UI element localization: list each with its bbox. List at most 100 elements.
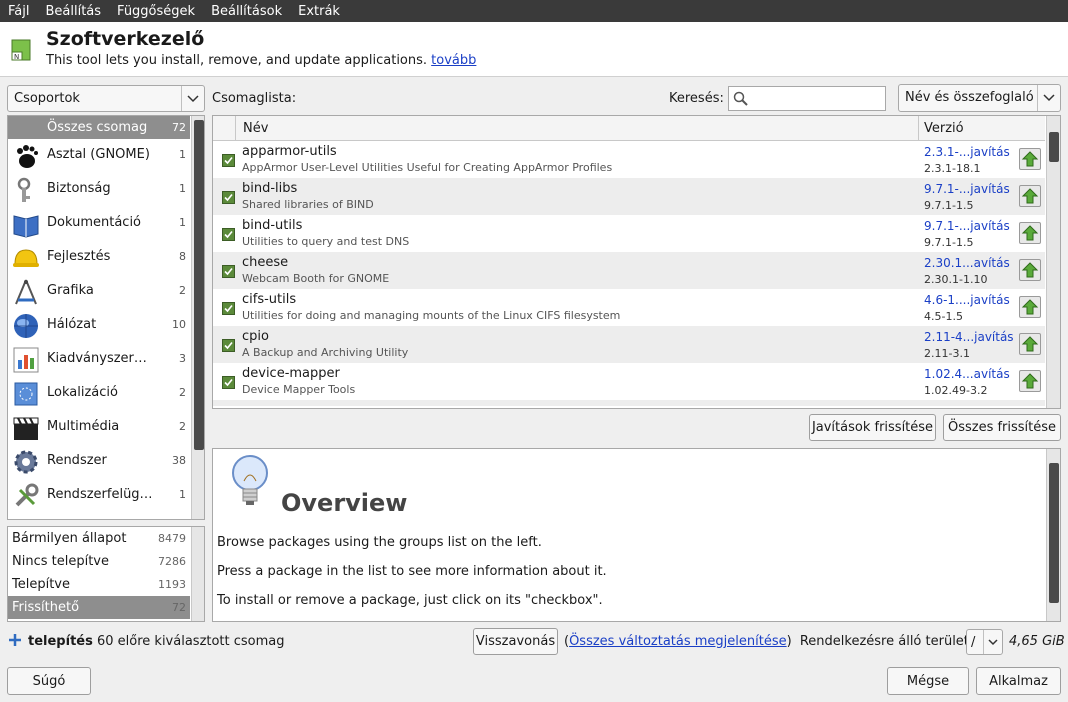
table-row[interactable]: bind-libs Shared libraries of BIND 9.7.1-.…	[213, 178, 1045, 215]
status-item-any[interactable]: Bármilyen állapot 8479	[8, 527, 190, 550]
install-checkbox[interactable]	[222, 376, 235, 389]
refresh-all-button[interactable]: Összes frissítése	[943, 414, 1061, 441]
search-mode-combo[interactable]: Név és összefoglaló	[898, 84, 1061, 112]
package-description: A Backup and Archiving Utility	[242, 346, 409, 359]
package-scrollbar-thumb[interactable]	[1049, 132, 1059, 162]
app-header: N Szoftverkezelő This tool lets you inst…	[0, 22, 1068, 77]
upgrade-arrow-icon[interactable]	[1019, 370, 1041, 392]
software-manager-icon: N	[10, 36, 32, 62]
menu-dependencies[interactable]: Függőségek	[109, 4, 203, 19]
chevron-down-icon	[983, 630, 1002, 654]
group-item-development[interactable]: Fejlesztés 8	[8, 240, 190, 274]
menu-bar: Fájl Beállítás Függőségek Beállítások Ex…	[0, 0, 1068, 22]
svg-text:N: N	[14, 53, 19, 61]
column-divider	[235, 116, 236, 140]
package-table: Név Verzió apparmor-utils AppArmor User-L…	[212, 115, 1061, 409]
group-item-security[interactable]: Biztonság 1	[8, 172, 190, 206]
search-label: Keresés:	[669, 91, 724, 106]
upgrade-arrow-icon[interactable]	[1019, 259, 1041, 281]
table-row[interactable]: apparmor-utils AppArmor User-Level Utilit…	[213, 141, 1045, 178]
table-row[interactable]: bind-utils Utilities to query and test DN…	[213, 215, 1045, 252]
group-item-multimedia[interactable]: Multimédia 2	[8, 410, 190, 444]
package-description: Webcam Booth for GNOME	[242, 272, 390, 285]
book-icon	[12, 210, 40, 238]
show-changes-link[interactable]: Összes változtatás megjelenítése	[569, 634, 787, 649]
apply-button[interactable]: Alkalmaz	[976, 667, 1061, 695]
menu-extras[interactable]: Extrák	[290, 4, 348, 19]
status-item-not-installed[interactable]: Nincs telepítve 7286	[8, 550, 190, 573]
package-installed-version: 9.7.1-1.5	[924, 199, 974, 212]
install-checkbox[interactable]	[222, 228, 235, 241]
group-item-publishing[interactable]: Kiadványszer… 3	[8, 342, 190, 376]
upgrade-arrow-icon[interactable]	[1019, 296, 1041, 318]
upgrade-arrow-icon[interactable]	[1019, 148, 1041, 170]
package-scrollbar[interactable]	[1046, 116, 1060, 408]
cancel-button[interactable]: Mégse	[887, 667, 969, 695]
status-item-upgradable[interactable]: Frissíthető 72	[8, 596, 190, 619]
groups-scrollbar-thumb[interactable]	[194, 120, 204, 450]
group-item-network[interactable]: Hálózat 10	[8, 308, 190, 342]
gnome-foot-icon	[12, 142, 40, 170]
group-item-all[interactable]: Összes csomag 72	[8, 116, 190, 139]
package-description: Utilities to query and test DNS	[242, 235, 410, 248]
group-item-localization[interactable]: Lokalizáció 2	[8, 376, 190, 410]
package-installed-version: 1.02.49-3.2	[924, 384, 988, 397]
help-button[interactable]: Súgó	[7, 667, 91, 695]
status-item-installed[interactable]: Telepítve 1193	[8, 573, 190, 596]
package-new-version: 2.30.1...avítás	[924, 256, 1010, 270]
table-row[interactable]: cheese Webcam Booth for GNOME 2.30.1...aví…	[213, 252, 1045, 289]
package-new-version: 9.7.1-...javítás	[924, 219, 1010, 233]
drawing-tools-icon	[12, 278, 40, 306]
group-item-graphics[interactable]: Grafika 2	[8, 274, 190, 308]
install-checkbox[interactable]	[222, 339, 235, 352]
groups-scrollbar[interactable]	[191, 116, 204, 519]
groups-combo[interactable]: Csoportok	[7, 85, 205, 112]
menu-file[interactable]: Fájl	[0, 4, 37, 19]
wrench-icon	[12, 482, 40, 510]
package-name: cifs-utils	[242, 292, 297, 307]
column-divider	[918, 116, 919, 140]
mount-combo[interactable]: /	[966, 629, 1003, 655]
search-icon	[733, 91, 749, 111]
package-new-version: 2.3.1-...javítás	[924, 145, 1010, 159]
table-row[interactable]: cifs-utils Utilities for doing and managi…	[213, 289, 1045, 326]
table-row[interactable]: device-mapper Device Mapper Tools 1.02.4..…	[213, 363, 1045, 400]
group-item-gnome[interactable]: Asztal (GNOME) 1	[8, 138, 190, 172]
status-scrollbar[interactable]	[191, 527, 204, 621]
refresh-patches-button[interactable]: Javítások frissítése	[809, 414, 936, 441]
package-new-version: 2.11-4...javítás	[924, 330, 1014, 344]
package-list-label: Csomaglista:	[212, 91, 297, 106]
page-title: Szoftverkezelő	[46, 28, 205, 50]
gear-icon	[12, 448, 40, 476]
group-item-system[interactable]: Rendszer 38	[8, 444, 190, 478]
search-input[interactable]	[728, 86, 886, 111]
overview-text-2: Press a package in the list to see more …	[217, 564, 607, 579]
install-checkbox[interactable]	[222, 265, 235, 278]
menu-options[interactable]: Beállítások	[203, 4, 290, 19]
keys-icon	[12, 176, 40, 204]
upgrade-arrow-icon[interactable]	[1019, 185, 1041, 207]
upgrade-arrow-icon[interactable]	[1019, 333, 1041, 355]
column-header-version[interactable]: Verzió	[924, 121, 964, 136]
install-checkbox[interactable]	[222, 302, 235, 315]
overview-scrollbar[interactable]	[1046, 449, 1060, 621]
chevron-down-icon	[1037, 85, 1060, 111]
install-checkbox[interactable]	[222, 191, 235, 204]
install-checkbox[interactable]	[222, 154, 235, 167]
table-row-partial	[213, 400, 1045, 406]
package-new-version: 9.7.1-...javítás	[924, 182, 1010, 196]
overview-scrollbar-thumb[interactable]	[1049, 463, 1059, 603]
package-installed-version: 2.11-3.1	[924, 347, 970, 360]
space-label: Rendelkezésre álló terület:	[799, 634, 974, 649]
group-item-documentation[interactable]: Dokumentáció 1	[8, 206, 190, 240]
undo-button[interactable]: Visszavonás	[473, 628, 558, 655]
chevron-down-icon	[181, 86, 204, 111]
upgrade-arrow-icon[interactable]	[1019, 222, 1041, 244]
group-item-sysadmin[interactable]: Rendszerfelüg… 1	[8, 478, 190, 512]
menu-settings[interactable]: Beállítás	[37, 4, 109, 19]
table-row[interactable]: cpio A Backup and Archiving Utility 2.11-4…	[213, 326, 1045, 363]
column-header-name[interactable]: Név	[243, 121, 268, 136]
space-value: 4,65 GiB	[1009, 634, 1065, 649]
overview-text-1: Browse packages using the groups list on…	[217, 535, 542, 550]
more-link[interactable]: tovább	[431, 53, 476, 68]
